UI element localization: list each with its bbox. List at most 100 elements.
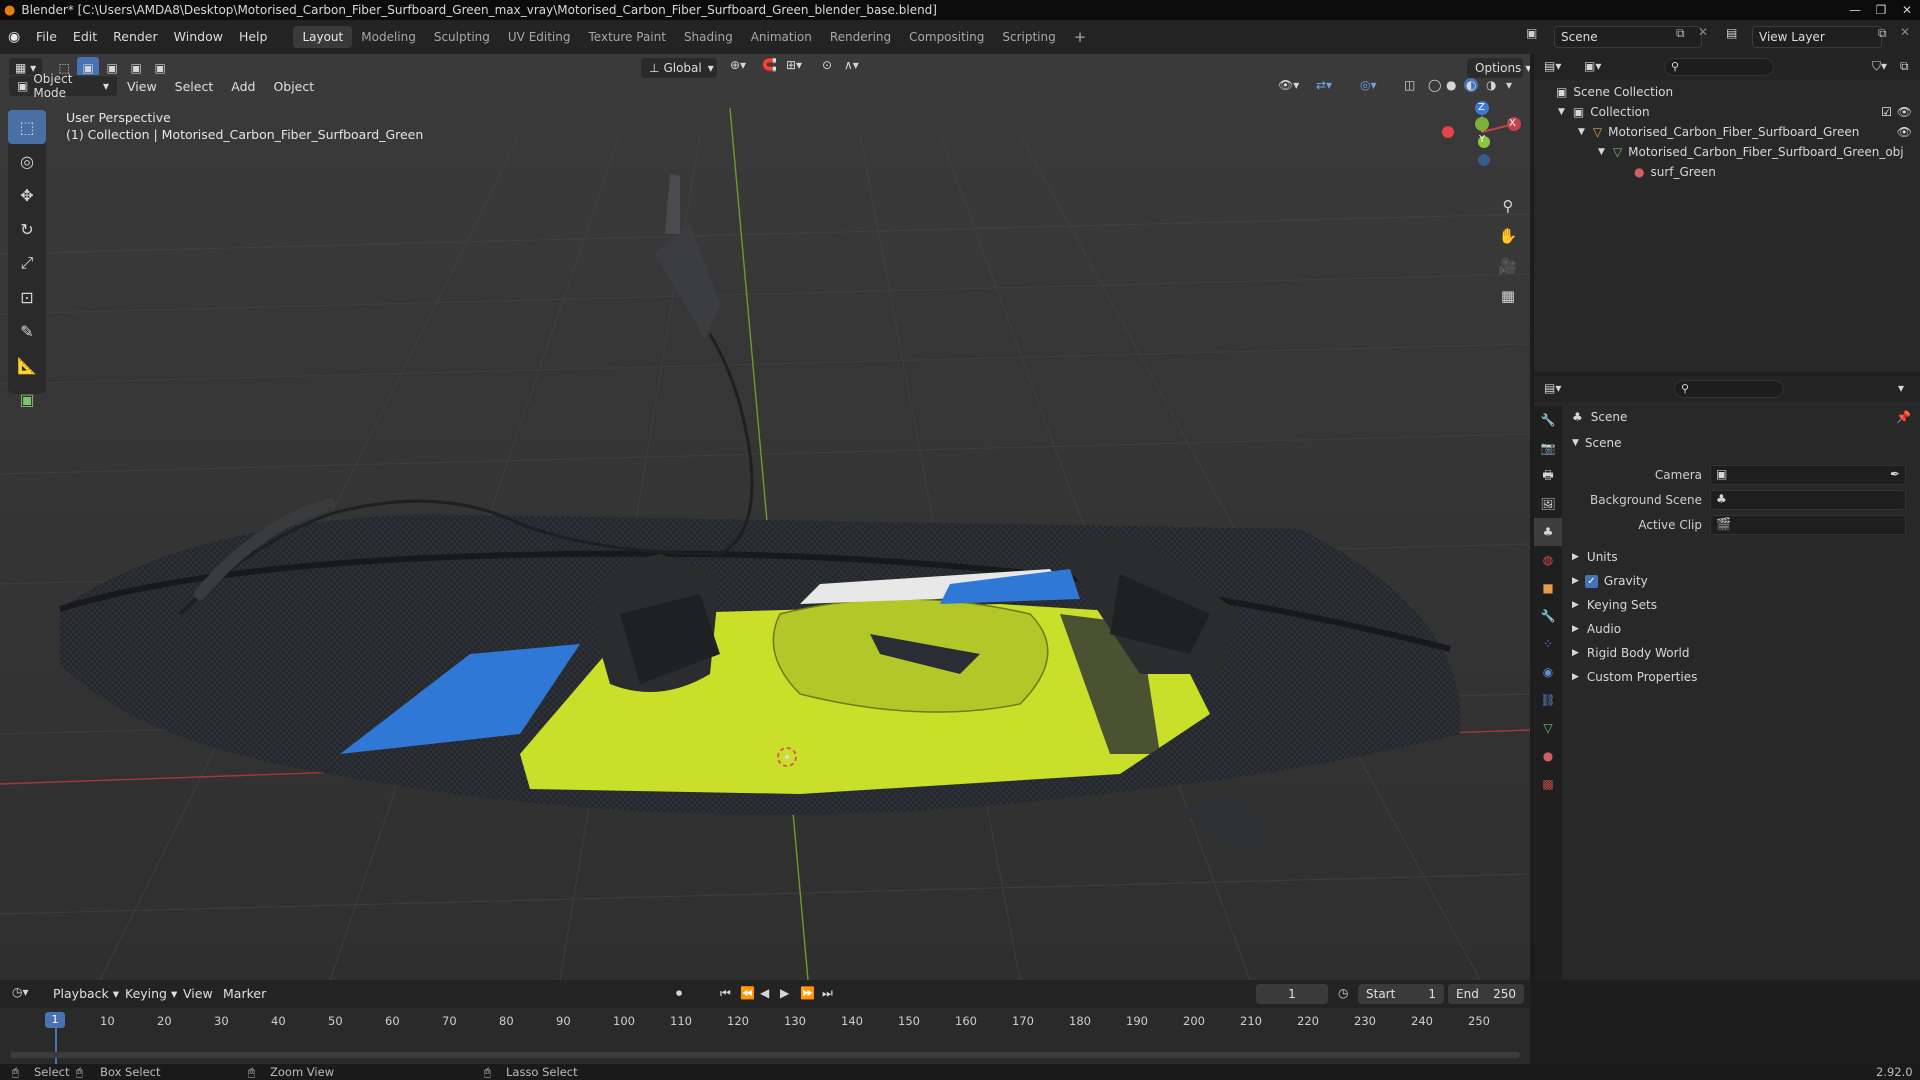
display-mode-icon[interactable]: ▣▾ [1584, 59, 1601, 73]
filter-icon[interactable]: ⛉▾ [1872, 59, 1887, 74]
tab-sculpting[interactable]: Sculpting [425, 26, 499, 48]
keying-sets-panel-header[interactable]: ▶ Keying Sets [1572, 594, 1912, 616]
current-frame-field[interactable]: 1 [1256, 984, 1328, 1004]
tab-render[interactable]: 📷 [1534, 434, 1562, 462]
tab-animation[interactable]: Animation [742, 26, 821, 48]
background-scene-field[interactable]: ♣ [1710, 490, 1906, 510]
blender-menu-icon[interactable]: ◉ [8, 29, 28, 45]
tab-view-layer[interactable]: 🖼 [1534, 490, 1562, 518]
jump-end-icon[interactable]: ⏭ [822, 986, 833, 1001]
maximize-button[interactable]: ❐ [1868, 0, 1894, 20]
tab-tool[interactable]: 🔧 [1534, 406, 1562, 434]
transform-tool[interactable]: ⊡ [8, 280, 46, 314]
play-reverse-icon[interactable]: ◀ [760, 986, 769, 1000]
falloff-icon[interactable]: ∧▾ [844, 58, 859, 72]
pin-icon[interactable]: 📌 [1896, 410, 1911, 424]
close-button[interactable]: ✕ [1894, 0, 1920, 20]
snap-icon[interactable]: 🧲 [762, 58, 777, 72]
expand-arrow-icon[interactable]: ▼ [1578, 127, 1585, 137]
camera-field[interactable]: ▣ ✒ [1710, 465, 1906, 485]
rotate-tool[interactable]: ↻ [8, 212, 46, 246]
gravity-panel-header[interactable]: ▶ ✓ Gravity [1572, 570, 1912, 592]
scene-selector-icon[interactable]: ▣ [1526, 26, 1537, 40]
add-cube-tool[interactable]: ▣ [8, 382, 46, 416]
custom-properties-panel-header[interactable]: ▶ Custom Properties [1572, 666, 1912, 688]
audio-panel-header[interactable]: ▶ Audio [1572, 618, 1912, 640]
tab-compositing[interactable]: Compositing [900, 26, 993, 48]
expand-arrow-icon[interactable]: ▼ [1598, 147, 1605, 157]
expand-arrow-icon[interactable]: ▼ [1558, 107, 1565, 117]
outliner-search-input[interactable]: ⚲ [1664, 58, 1774, 76]
tab-particles[interactable]: ⁘ [1534, 630, 1562, 658]
proportional-edit-icon[interactable]: ⊙ [822, 58, 832, 72]
new-scene-icon[interactable]: ⧉ [1676, 26, 1685, 41]
remove-view-layer-icon[interactable]: ✕ [1900, 25, 1910, 39]
marker-menu[interactable]: Marker [214, 986, 275, 1001]
play-icon[interactable]: ▶ [780, 986, 789, 1000]
menu-render[interactable]: Render [105, 27, 166, 47]
units-panel-header[interactable]: ▶ Units [1572, 546, 1912, 568]
view-layer-selector[interactable]: View Layer [1752, 26, 1882, 48]
ortho-toggle-button[interactable]: ▦ [1494, 282, 1522, 310]
end-frame-field[interactable]: End 250 [1448, 984, 1524, 1004]
tab-layout[interactable]: Layout [293, 26, 353, 48]
tab-physics[interactable]: ◉ [1534, 658, 1562, 686]
tab-constraints[interactable]: ⛓ [1534, 686, 1562, 714]
tab-world[interactable]: ◍ [1534, 546, 1562, 574]
editor-type-icon[interactable]: ▤▾ [1544, 59, 1561, 73]
gizmo-toggle-icon[interactable]: ⇄▾ [1316, 78, 1332, 92]
material-shading-icon[interactable]: ◐ [1464, 78, 1479, 92]
tab-uv-editing[interactable]: UV Editing [499, 26, 580, 48]
measure-tool[interactable]: 📐 [8, 348, 46, 382]
tab-material[interactable]: ● [1534, 742, 1562, 770]
checkbox-icon[interactable]: ☑ [1881, 105, 1892, 119]
properties-search-input[interactable]: ⚲ [1674, 380, 1784, 398]
record-icon[interactable]: ⏺ [676, 986, 682, 1001]
wireframe-shading-icon[interactable]: ◯ [1428, 78, 1441, 92]
overlay-toggle-icon[interactable]: ◎▾ [1360, 78, 1377, 92]
xray-icon[interactable]: ◫ [1404, 78, 1415, 92]
outliner-row-object[interactable]: ▼ ▽ Motorised_Carbon_Fiber_Surfboard_Gre… [1578, 122, 1914, 142]
camera-view-button[interactable]: 🎥 [1494, 252, 1522, 280]
eye-icon[interactable]: 👁 [1897, 105, 1912, 119]
add-menu[interactable]: Add [222, 79, 264, 94]
eyedropper-icon[interactable]: ✒ [1890, 467, 1900, 481]
tab-scripting[interactable]: Scripting [993, 26, 1064, 48]
scale-tool[interactable]: ⤢ [8, 246, 46, 280]
tab-output[interactable]: 🖶 [1534, 462, 1562, 490]
tab-rendering[interactable]: Rendering [821, 26, 900, 48]
chevron-down-icon[interactable]: ▾ [1898, 381, 1904, 395]
rigid-body-world-panel-header[interactable]: ▶ Rigid Body World [1572, 642, 1912, 664]
tab-shading[interactable]: Shading [675, 26, 742, 48]
shading-options-icon[interactable]: ▾ [1506, 78, 1512, 92]
view-menu[interactable]: View [118, 79, 166, 94]
scene-panel-header[interactable]: ▼ Scene [1572, 432, 1622, 454]
tab-data[interactable]: ▽ [1534, 714, 1562, 742]
tab-object[interactable]: ■ [1534, 574, 1562, 602]
menu-help[interactable]: Help [231, 27, 276, 47]
clock-icon[interactable]: ◷ [1338, 986, 1348, 1000]
timeline-scrollbar[interactable] [10, 1052, 1520, 1058]
gizmo-y-label[interactable]: Y [1479, 134, 1485, 145]
minimize-button[interactable]: — [1842, 0, 1868, 20]
annotate-tool[interactable]: ✎ [8, 314, 46, 348]
gizmo-z-label[interactable]: Z [1478, 102, 1485, 113]
zoom-button[interactable]: ⚲ [1494, 192, 1522, 220]
editor-type-icon[interactable]: ◷▾ [12, 985, 29, 999]
tab-modeling[interactable]: Modeling [352, 26, 425, 48]
next-keyframe-icon[interactable]: ⏩ [800, 986, 815, 1000]
jump-start-icon[interactable]: ⏮ [720, 986, 731, 1001]
gizmo-x-label[interactable]: X [1509, 118, 1516, 129]
tab-texture[interactable]: ▩ [1534, 770, 1562, 798]
move-tool[interactable]: ✥ [8, 178, 46, 212]
add-workspace-button[interactable]: + [1065, 26, 1096, 48]
cursor-tool[interactable]: ◎ [8, 144, 46, 178]
outliner-row-collection[interactable]: ▼ ▣ Collection ☑ 👁 [1558, 102, 1914, 122]
prev-keyframe-icon[interactable]: ⏪ [740, 986, 755, 1000]
menu-edit[interactable]: Edit [65, 27, 105, 47]
tab-scene[interactable]: ♣ [1534, 518, 1562, 546]
menu-file[interactable]: File [28, 27, 65, 47]
frame-ruler[interactable]: 1 10 20 30 40 50 60 70 80 90 100 110 120 130 140 150 16… [0, 1008, 1530, 1064]
new-collection-icon[interactable]: ⧉ [1900, 59, 1909, 74]
gravity-checkbox[interactable]: ✓ [1584, 574, 1598, 588]
